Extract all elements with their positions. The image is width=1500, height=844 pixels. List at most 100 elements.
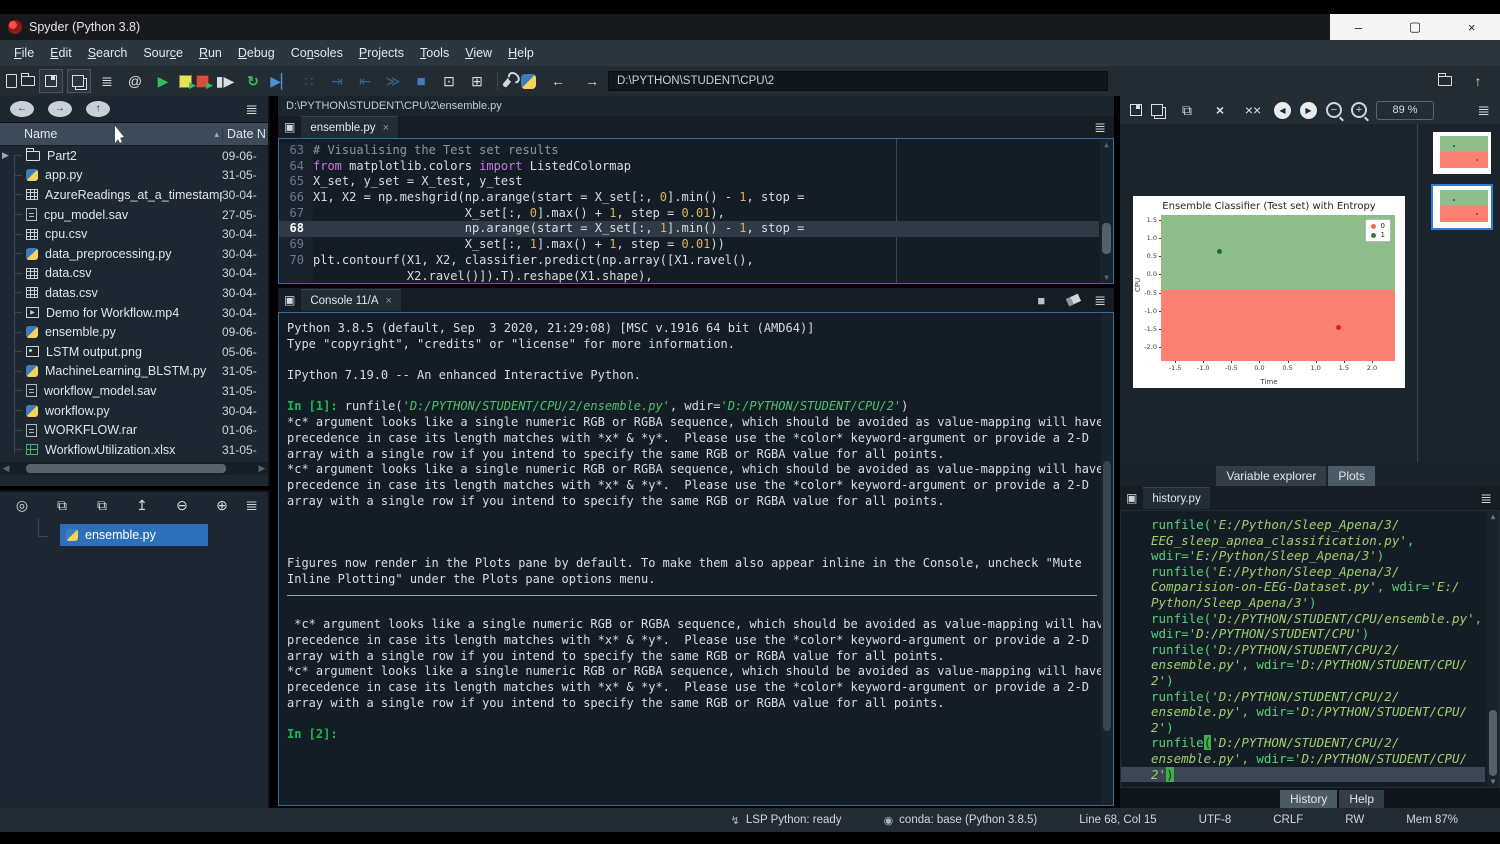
file-row[interactable]: ▶Demo for Workflow.mp430-04- bbox=[0, 303, 268, 323]
files-options-menu-icon[interactable]: ≣ bbox=[245, 100, 258, 118]
file-row[interactable]: data.csv30-04- bbox=[0, 264, 268, 284]
expander-icon[interactable]: ▶ bbox=[2, 150, 9, 161]
stop-debug-icon[interactable]: ■ bbox=[409, 69, 433, 93]
plots-options-menu-icon[interactable]: ≣ bbox=[1477, 101, 1490, 119]
scroll-right-icon[interactable]: ▶ bbox=[256, 463, 268, 474]
menu-projects[interactable]: Projects bbox=[351, 42, 412, 64]
next-plot-icon[interactable]: ▶ bbox=[1300, 102, 1317, 119]
scrollbar-thumb[interactable] bbox=[1489, 710, 1497, 776]
browse-tabs-icon[interactable]: ▣ bbox=[284, 293, 295, 307]
scrollbar-thumb[interactable] bbox=[1102, 223, 1111, 255]
minimize-button[interactable]: – bbox=[1338, 20, 1378, 35]
symbol-finder-icon[interactable]: @ bbox=[123, 69, 147, 93]
menu-view[interactable]: View bbox=[457, 42, 500, 64]
file-row[interactable]: datas.csv30-04- bbox=[0, 283, 268, 303]
close-button[interactable]: × bbox=[1452, 20, 1492, 35]
step-over-icon[interactable]: ∷ bbox=[297, 69, 321, 93]
parent-folder-icon[interactable]: ↑ bbox=[86, 101, 110, 117]
run-file-icon[interactable]: ▶ bbox=[151, 69, 175, 93]
console-scrollbar[interactable] bbox=[1101, 313, 1113, 805]
open-directory-icon[interactable] bbox=[1438, 76, 1452, 86]
scroll-left-icon[interactable]: ◀ bbox=[0, 463, 12, 474]
menu-search[interactable]: Search bbox=[80, 42, 136, 64]
history-log[interactable]: runfile('E:/Python/Sleep_Apena/3/EEG_sle… bbox=[1120, 510, 1500, 788]
file-row[interactable]: ▶Part209-06- bbox=[0, 146, 268, 166]
file-row[interactable]: AzureReadings_at_a_timestamp.csv30-04- bbox=[0, 185, 268, 205]
close-tab-icon[interactable]: × bbox=[386, 295, 392, 307]
copy-icon[interactable]: ⧉ bbox=[50, 493, 74, 517]
outline-options-menu-icon[interactable]: ≣ bbox=[245, 496, 258, 514]
run-cell-icon[interactable] bbox=[179, 75, 192, 88]
browse-tabs-icon[interactable]: ▣ bbox=[1126, 491, 1137, 505]
history-scrollbar[interactable]: ▲ ▼ bbox=[1487, 511, 1499, 787]
tab-variable-explorer[interactable]: Variable explorer bbox=[1216, 466, 1326, 486]
restart-kernel-icon[interactable]: ↻ bbox=[241, 69, 265, 93]
menu-run[interactable]: Run bbox=[191, 42, 230, 64]
file-row[interactable]: data_preprocessing.py30-04- bbox=[0, 244, 268, 264]
maximize-pane-icon[interactable]: ⊞ bbox=[465, 69, 489, 93]
file-row[interactable]: WorkflowUtilization.xlsx31-05- bbox=[0, 440, 268, 460]
remove-plot-icon[interactable]: × bbox=[1208, 98, 1232, 122]
run-cell-advance-icon[interactable] bbox=[196, 75, 209, 88]
next-folder-icon[interactable]: → bbox=[48, 101, 72, 117]
plot-thumbnail-1[interactable] bbox=[1433, 132, 1491, 174]
browse-tabs-icon[interactable]: ▣ bbox=[284, 120, 295, 134]
scroll-up-icon[interactable]: ▲ bbox=[1487, 512, 1499, 521]
interrupt-kernel-icon[interactable]: ■ bbox=[1029, 288, 1053, 312]
step-return-icon[interactable]: ⇤ bbox=[353, 69, 377, 93]
console-options-menu-icon[interactable]: ≣ bbox=[1094, 292, 1106, 309]
editor-scrollbar[interactable]: ▲ ▼ bbox=[1100, 139, 1113, 283]
previous-folder-icon[interactable]: ← bbox=[10, 101, 34, 117]
plot-figure[interactable]: Ensemble Classifier (Test set) with Entr… bbox=[1133, 196, 1405, 388]
outline-item-ensemble[interactable]: ensemble.py bbox=[60, 524, 208, 546]
restore-button[interactable]: ▢ bbox=[1395, 19, 1435, 35]
scroll-down-icon[interactable]: ▼ bbox=[1100, 273, 1113, 282]
scrollbar-thumb[interactable] bbox=[26, 464, 226, 473]
file-row[interactable]: cpu.csv30-04- bbox=[0, 224, 268, 244]
file-row[interactable]: LSTM output.png05-06- bbox=[0, 342, 268, 362]
console-body[interactable]: Python 3.8.5 (default, Sep 3 2020, 21:29… bbox=[278, 312, 1114, 806]
tab-history[interactable]: History bbox=[1280, 790, 1337, 808]
working-directory-input[interactable] bbox=[608, 71, 1108, 91]
code-editor[interactable]: 63# Visualising the Test set results64fr… bbox=[278, 138, 1114, 284]
forward-icon[interactable]: → bbox=[580, 69, 604, 93]
menu-tools[interactable]: Tools bbox=[412, 42, 457, 64]
editor-options-menu-icon[interactable]: ≣ bbox=[1094, 119, 1106, 136]
tab-console-11a[interactable]: Console 11/A × bbox=[301, 289, 401, 311]
zoom-in-icon[interactable]: + bbox=[1351, 102, 1367, 118]
tab-help[interactable]: Help bbox=[1339, 790, 1384, 808]
debug-file-icon[interactable]: ▶▏ bbox=[269, 69, 293, 93]
save-all-plots-icon[interactable] bbox=[1151, 104, 1163, 116]
copy-plot-icon[interactable]: ⧉ bbox=[1175, 98, 1199, 122]
menu-help[interactable]: Help bbox=[500, 42, 542, 64]
plot-zoom-level[interactable]: 89 % bbox=[1376, 101, 1434, 120]
file-row[interactable]: workflow.py30-04- bbox=[0, 401, 268, 421]
parent-directory-icon[interactable]: ↑ bbox=[1466, 69, 1490, 93]
file-switcher-icon[interactable]: ≣ bbox=[95, 69, 119, 93]
menu-debug[interactable]: Debug bbox=[230, 42, 283, 64]
history-options-menu-icon[interactable]: ≣ bbox=[1480, 490, 1492, 507]
column-header-name[interactable]: Name bbox=[0, 127, 214, 141]
step-into-icon[interactable]: ⇥ bbox=[325, 69, 349, 93]
save-all-icon[interactable] bbox=[67, 69, 91, 93]
file-row[interactable]: WORKFLOW.rar01-06- bbox=[0, 420, 268, 440]
file-row[interactable]: cpu_model.sav27-05- bbox=[0, 205, 268, 225]
scroll-up-icon[interactable]: ▲ bbox=[1100, 140, 1113, 149]
go-up-icon[interactable]: ↥ bbox=[130, 493, 154, 517]
new-window-icon[interactable]: ⊡ bbox=[437, 69, 461, 93]
clear-console-icon[interactable] bbox=[1066, 294, 1081, 307]
expand-all-icon[interactable]: ⊕ bbox=[210, 493, 234, 517]
save-plot-icon[interactable] bbox=[1130, 104, 1142, 116]
collapse-all-icon[interactable]: ⊖ bbox=[170, 493, 194, 517]
open-file-icon[interactable] bbox=[21, 76, 35, 86]
new-file-icon[interactable] bbox=[6, 74, 17, 88]
plot-thumbnail-2[interactable] bbox=[1433, 186, 1491, 228]
file-row[interactable]: MachineLearning_BLSTM.py31-05- bbox=[0, 362, 268, 382]
tab-history-py[interactable]: history.py bbox=[1143, 487, 1209, 509]
tab-ensemble-py[interactable]: ensemble.py × bbox=[301, 116, 398, 138]
menu-edit[interactable]: Edit bbox=[42, 42, 80, 64]
previous-plot-icon[interactable]: ◀ bbox=[1274, 102, 1291, 119]
menu-source[interactable]: Source bbox=[135, 42, 191, 64]
save-file-icon[interactable] bbox=[39, 69, 63, 93]
column-header-date[interactable]: Date N bbox=[222, 127, 268, 141]
